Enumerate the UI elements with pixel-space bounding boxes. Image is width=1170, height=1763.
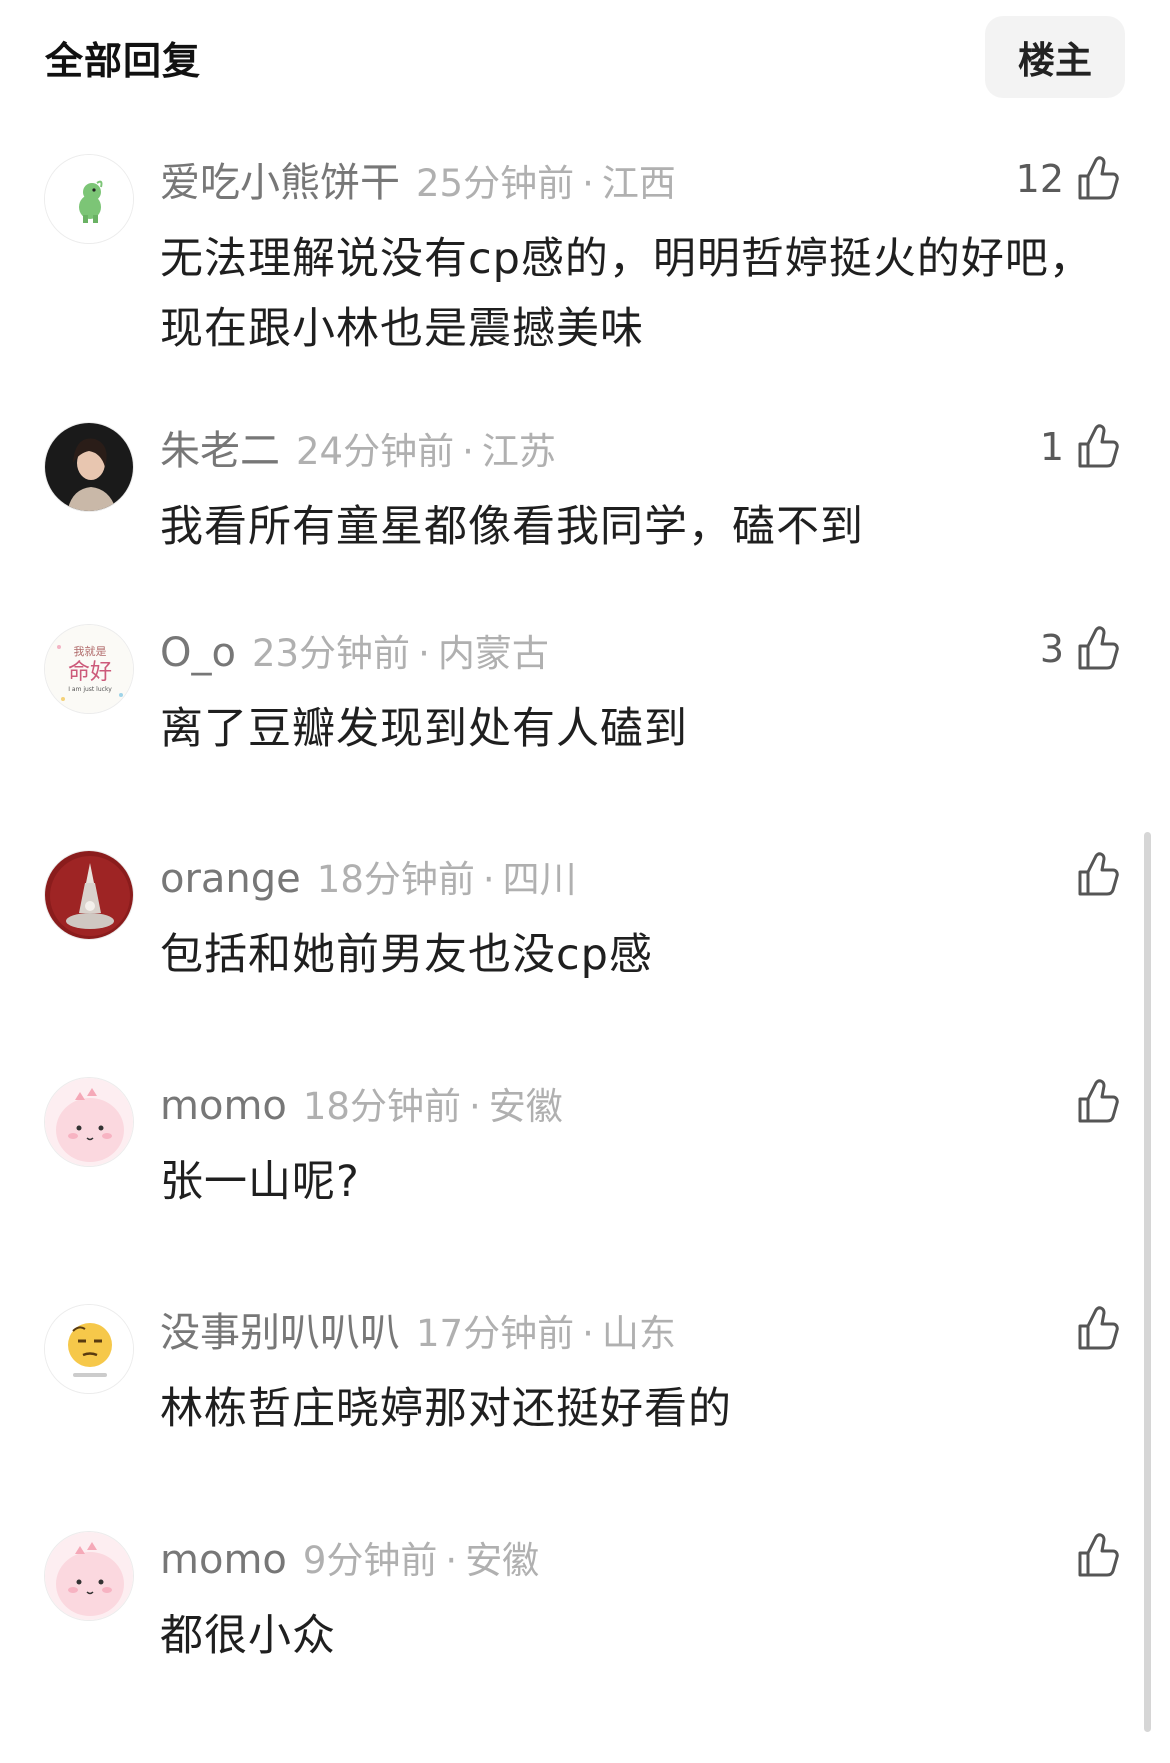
meta-separator: ·: [482, 858, 495, 901]
username[interactable]: 没事别叭叭叭: [160, 1310, 400, 1356]
meta-separator: ·: [582, 162, 594, 205]
timestamp: 23分钟前: [251, 632, 411, 675]
username[interactable]: O_o: [160, 630, 236, 676]
username[interactable]: 爱吃小熊饼干: [160, 160, 400, 206]
location: 江西: [601, 162, 676, 205]
meta-separator: ·: [468, 1085, 481, 1128]
avatar[interactable]: [44, 850, 134, 940]
avatar[interactable]: [44, 154, 134, 244]
pink-dino-icon: [45, 1078, 133, 1166]
green-dinosaur-icon: [45, 155, 133, 243]
location: 安徽: [488, 1085, 563, 1128]
meta-separator: ·: [582, 1312, 594, 1355]
username[interactable]: orange: [160, 856, 301, 902]
avatar[interactable]: [44, 1077, 134, 1167]
comment-meta: momo 18分钟前 · 安徽: [160, 1081, 563, 1132]
like-button[interactable]: [1064, 1533, 1120, 1579]
timestamp: 18分钟前: [316, 858, 475, 901]
username[interactable]: momo: [160, 1537, 287, 1583]
all-replies-title: 全部回复: [45, 39, 202, 83]
avatar[interactable]: [44, 1531, 134, 1621]
timestamp: 24分钟前: [296, 430, 455, 473]
scrollbar[interactable]: [1144, 832, 1151, 1732]
red-tower-icon: [45, 851, 133, 939]
like-button[interactable]: 1: [1040, 424, 1120, 470]
thumbs-up-icon: [1078, 1306, 1119, 1350]
reply-header: 全部回复 楼主: [0, 0, 1170, 110]
comment-text: 无法理解说没有cp感的，明明哲婷挺火的好吧，现在跟小林也是震撼美味: [160, 234, 1093, 354]
like-button[interactable]: 3: [1040, 626, 1120, 672]
comment-text: 我看所有童星都像看我同学，磕不到: [160, 502, 864, 552]
timestamp: 17分钟前: [416, 1312, 575, 1355]
like-count: 1: [1039, 425, 1064, 469]
like-button[interactable]: [1064, 1306, 1120, 1352]
meta-separator: ·: [418, 632, 430, 675]
comment-meta: 没事别叭叭叭 17分钟前 · 山东: [160, 1308, 676, 1359]
location: 安徽: [465, 1539, 540, 1582]
timestamp: 18分钟前: [302, 1085, 461, 1128]
timestamp: 25分钟前: [416, 162, 575, 205]
pink-dino-icon: [45, 1532, 133, 1620]
thumbs-up-icon: [1078, 424, 1119, 468]
thumbs-up-icon: [1078, 852, 1119, 896]
location: 江苏: [481, 430, 556, 473]
like-button[interactable]: [1064, 1079, 1120, 1125]
location: 四川: [502, 858, 577, 901]
avatar[interactable]: 我就是 命好 I am just lucky: [44, 624, 134, 714]
like-button[interactable]: [1064, 852, 1120, 898]
avatar-text-top: 我就是: [74, 644, 107, 658]
text-sticker-icon: 我就是 命好 I am just lucky: [45, 625, 133, 713]
meta-separator: ·: [445, 1539, 458, 1582]
thumbs-up-icon: [1078, 156, 1119, 200]
location: 内蒙古: [437, 632, 549, 675]
avatar[interactable]: [44, 1304, 134, 1394]
like-button[interactable]: 12: [1016, 156, 1120, 202]
comment-text: 都很小众: [160, 1611, 336, 1661]
comment-text: 离了豆瓣发现到处有人磕到: [160, 704, 688, 754]
op-filter-button[interactable]: 楼主: [985, 16, 1125, 98]
comment-meta: momo 9分钟前 · 安徽: [160, 1535, 539, 1586]
sleepy-emoji-icon: [45, 1305, 133, 1393]
comment-meta: 爱吃小熊饼干 25分钟前 · 江西: [160, 158, 676, 209]
comment-text: 林栋哲庄晓婷那对还挺好看的: [160, 1384, 732, 1434]
portrait-photo-icon: [45, 423, 133, 511]
comment-meta: orange 18分钟前 · 四川: [160, 854, 577, 905]
comment-text: 张一山呢?: [160, 1157, 360, 1207]
like-count: 3: [1039, 627, 1064, 671]
meta-separator: ·: [462, 430, 474, 473]
comment-meta: 朱老二 24分钟前 · 江苏: [160, 426, 556, 477]
location: 山东: [601, 1312, 676, 1355]
like-count: 12: [1015, 157, 1064, 201]
avatar[interactable]: [44, 422, 134, 512]
comment-text: 包括和她前男友也没cp感: [160, 930, 653, 980]
thumbs-up-icon: [1078, 626, 1119, 670]
thumbs-up-icon: [1078, 1079, 1119, 1123]
avatar-text-sub: I am just lucky: [68, 686, 112, 693]
username[interactable]: 朱老二: [160, 428, 280, 474]
avatar-text-main: 命好: [68, 660, 112, 685]
comment-meta: O_o 23分钟前 · 内蒙古: [160, 628, 549, 679]
username[interactable]: momo: [160, 1083, 287, 1129]
thumbs-up-icon: [1078, 1533, 1119, 1577]
timestamp: 9分钟前: [302, 1539, 438, 1582]
